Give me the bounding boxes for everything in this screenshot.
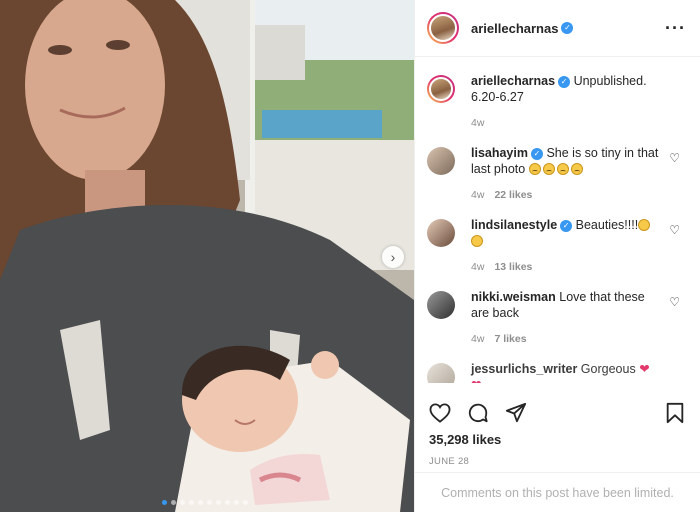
carousel-dot (189, 500, 194, 505)
carousel-dot (198, 500, 203, 505)
carousel-indicator (162, 500, 248, 505)
post-photo[interactable]: › (0, 0, 414, 512)
photo-illustration (0, 0, 414, 512)
commenter-avatar[interactable] (427, 147, 455, 175)
bookmark-icon[interactable] (662, 400, 688, 426)
verified-badge-icon: ✓ (561, 22, 574, 34)
comment-text: Beauties!!!! (575, 218, 639, 232)
emoji-icon (638, 219, 651, 231)
author-avatar[interactable] (427, 12, 459, 44)
commenter-avatar[interactable] (427, 363, 455, 383)
comment-item: lisahayim ✓ She is so tiny in that last p… (427, 145, 686, 203)
comment-item: jessurlichs_writer Gorgeous ❤ ❤ (427, 361, 686, 383)
comment-emojis (528, 162, 585, 176)
comment-likes[interactable]: 22 likes (494, 189, 532, 201)
comment-username[interactable]: jessurlichs_writer (471, 362, 577, 376)
comment-username[interactable]: lindsilanestyle (471, 218, 557, 232)
crying-emoji-icon (542, 163, 555, 175)
comment-likes[interactable]: 13 likes (494, 261, 532, 273)
comment-text: Gorgeous (580, 362, 636, 376)
carousel-dot (207, 500, 212, 505)
crying-emoji-icon (528, 163, 541, 175)
comment-age: 4w (471, 261, 485, 273)
carousel-dot (234, 500, 239, 505)
comment-username[interactable]: lisahayim (471, 146, 528, 160)
comment-like-heart-icon[interactable]: ♡ (669, 295, 680, 309)
post-header: ariellecharnas ✓ ··· (415, 0, 700, 57)
comment-item: lindsilanestyle ✓ Beauties!!!! 4w 13 likes… (427, 217, 686, 275)
carousel-dot (216, 500, 221, 505)
crying-emoji-icon (570, 163, 583, 175)
carousel-dot (171, 500, 176, 505)
comment-username[interactable]: nikki.weisman (471, 290, 556, 304)
commenter-avatar[interactable] (427, 291, 455, 319)
comment-list[interactable]: ariellecharnas ✓ Unpublished. 6.20-6.27 4… (415, 57, 700, 383)
comment-age: 4w (471, 189, 485, 201)
caption-username[interactable]: ariellecharnas (471, 74, 555, 88)
comments-limited-notice: Comments on this post have been limited. (415, 472, 700, 513)
carousel-next-button[interactable]: › (382, 246, 404, 268)
verified-badge-icon: ✓ (560, 220, 573, 232)
post-date[interactable]: JUNE 28 (429, 456, 469, 467)
author-avatar[interactable] (427, 75, 455, 103)
comment-likes[interactable]: 7 likes (494, 333, 526, 345)
post-likes-count[interactable]: 35,298 likes (429, 432, 501, 447)
share-icon[interactable] (503, 400, 529, 426)
more-options-icon[interactable]: ··· (665, 18, 686, 39)
comment-age: 4w (471, 333, 485, 345)
comment-like-heart-icon[interactable]: ♡ (669, 151, 680, 165)
post-actions (427, 395, 688, 431)
comment-item: nikki.weisman Love that these are back 4… (427, 289, 686, 347)
author-username[interactable]: ariellecharnas (471, 21, 558, 36)
post-details-panel: ariellecharnas ✓ ··· ariellecharnas ✓ Unp… (414, 0, 700, 512)
carousel-dot (225, 500, 230, 505)
comment-like-heart-icon[interactable]: ♡ (669, 223, 680, 237)
carousel-dot (180, 500, 185, 505)
carousel-dot (243, 500, 248, 505)
emoji-icon (471, 235, 483, 247)
commenter-avatar[interactable] (427, 219, 455, 247)
crying-emoji-icon (556, 163, 569, 175)
verified-badge-icon: ✓ (530, 148, 543, 160)
carousel-dot (162, 500, 167, 505)
caption: ariellecharnas ✓ Unpublished. 6.20-6.27 4… (427, 73, 686, 131)
verified-badge-icon: ✓ (558, 76, 571, 88)
caption-age: 4w (471, 117, 485, 129)
comment-icon[interactable] (465, 400, 491, 426)
heart-icon[interactable] (427, 400, 453, 426)
